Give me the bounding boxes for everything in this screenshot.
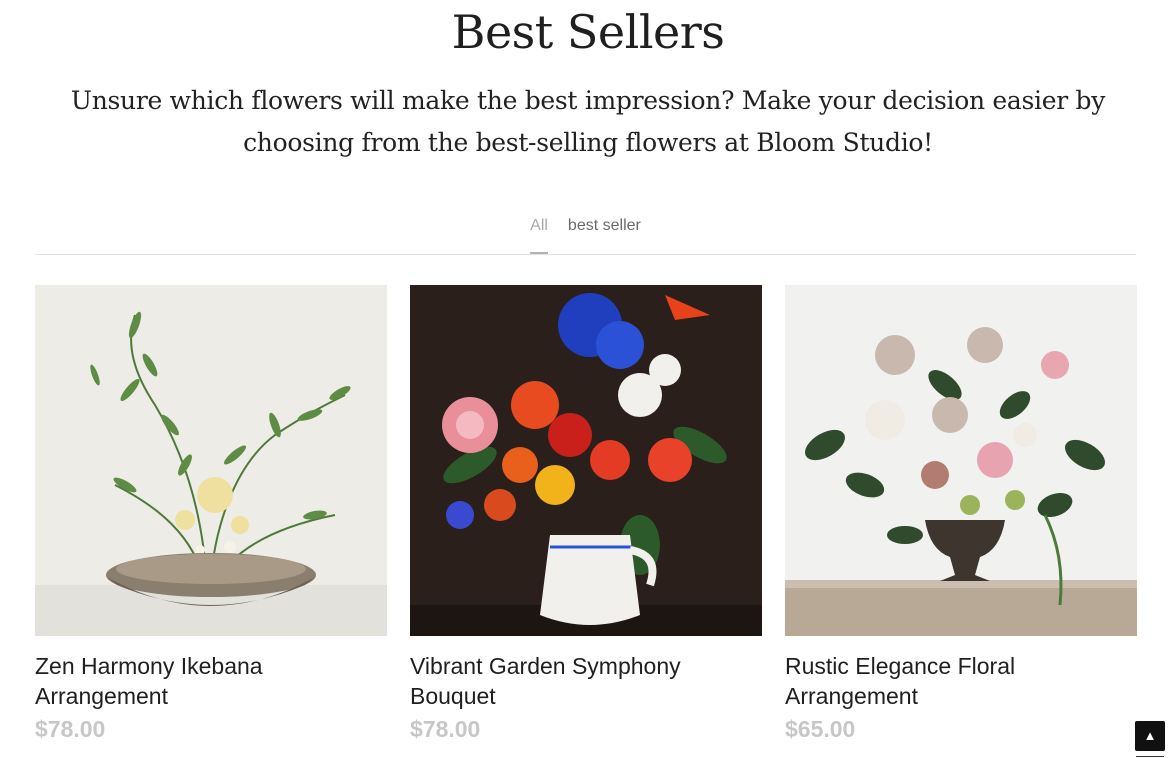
product-image-ikebana[interactable] [35,285,387,636]
product-image-rustic-arrangement[interactable] [785,285,1137,636]
scroll-to-top-button[interactable]: ▲ [1135,721,1165,751]
product-name[interactable]: Rustic Elegance Floral Arrangement [785,651,1137,711]
filter-tabs: All best seller [35,210,1136,255]
scroll-top-underline [1136,756,1164,757]
caret-up-icon: ▲ [1143,728,1157,743]
product-card[interactable]: Zen Harmony Ikebana Arrangement $78.00 [35,285,387,743]
section-subtitle: Unsure which flowers will make the best … [70,86,1106,157]
ikebana-photo [35,285,387,636]
product-image-vibrant-bouquet[interactable] [410,285,762,636]
rustic-arrangement-photo [785,285,1137,636]
product-name[interactable]: Zen Harmony Ikebana Arrangement [35,651,387,711]
vibrant-bouquet-photo [410,285,762,636]
product-card[interactable]: Vibrant Garden Symphony Bouquet $78.00 [410,285,762,743]
product-price: $65.00 [785,716,856,742]
product-price: $78.00 [410,716,481,742]
product-name[interactable]: Vibrant Garden Symphony Bouquet [410,651,762,711]
section-title: Best Sellers [451,5,725,59]
product-grid: Zen Harmony Ikebana Arrangement $78.00 V… [35,285,1137,743]
product-card[interactable]: Rustic Elegance Floral Arrangement $65.0… [785,285,1137,743]
product-price: $78.00 [35,716,106,742]
tab-all[interactable]: All [530,210,548,254]
tab-best-seller[interactable]: best seller [568,210,641,254]
